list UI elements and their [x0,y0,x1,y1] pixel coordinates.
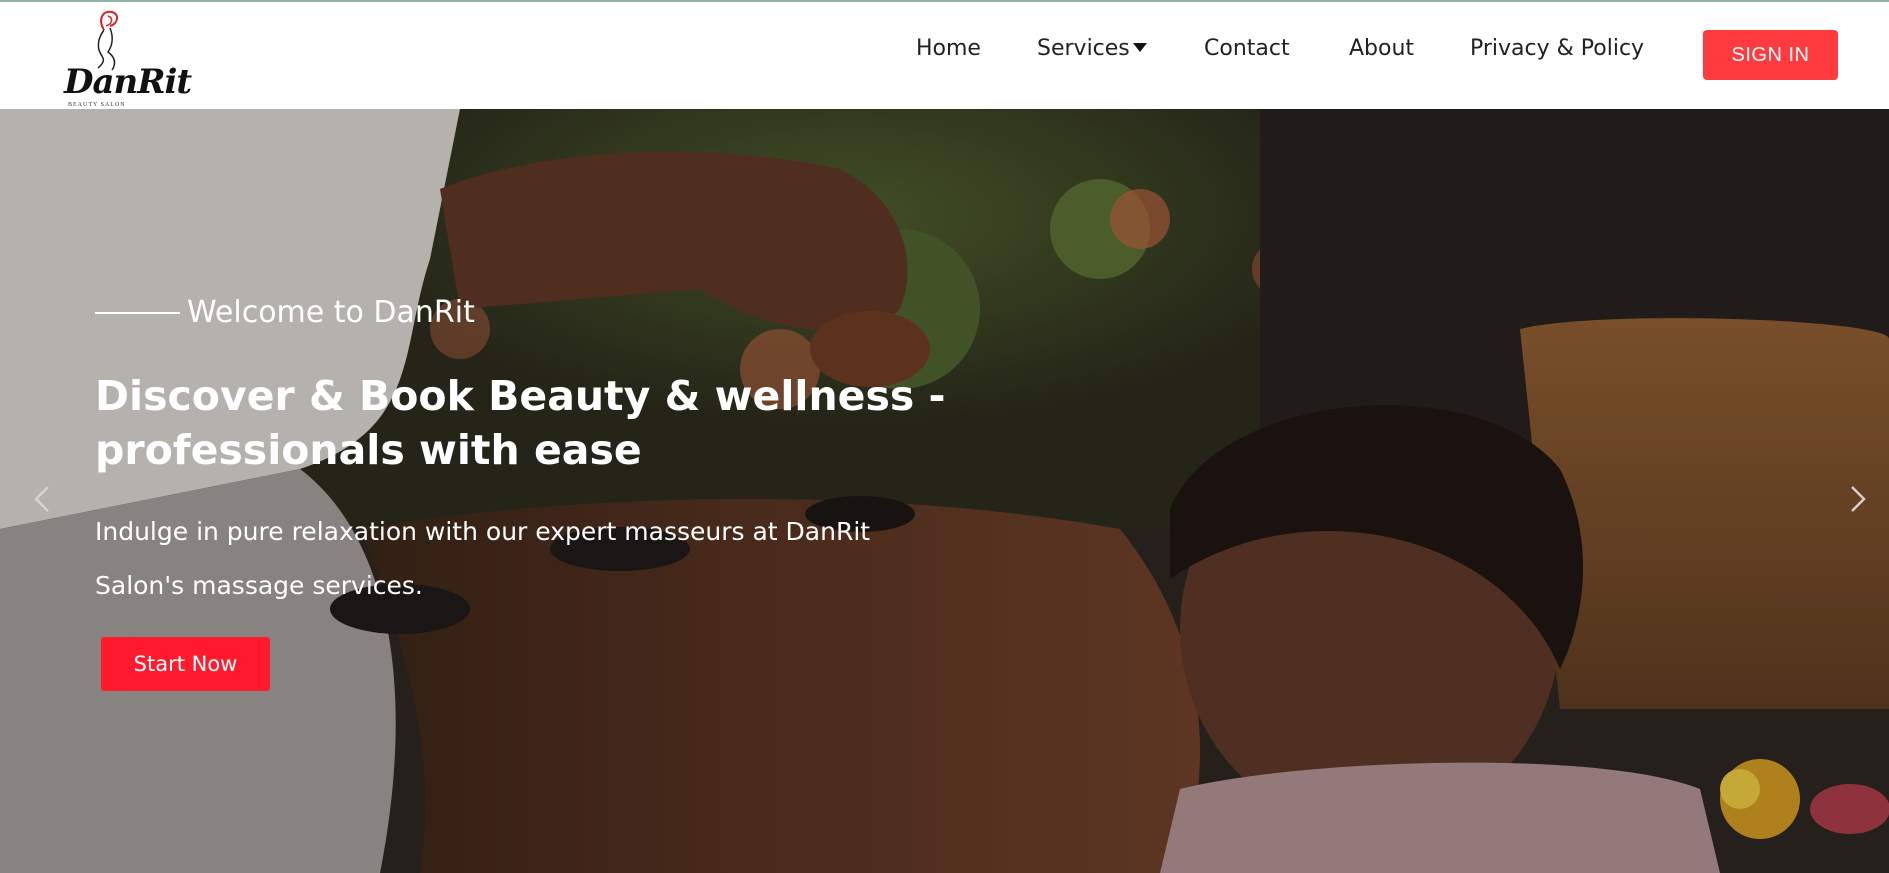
hero-overlay [0,109,1889,873]
hero-headline: Discover & Book Beauty & wellness - prof… [95,372,946,474]
hero-carousel: Welcome to DanRit Discover & Book Beauty… [0,109,1889,873]
chevron-left-icon [34,486,49,512]
welcome-divider [95,312,180,314]
nav-contact[interactable]: Contact [1204,34,1290,64]
navbar: DanRit BEAUTY SALON Home Services Contac… [0,2,1889,109]
brand-logo[interactable]: DanRit BEAUTY SALON [62,8,192,108]
brand-tagline: BEAUTY SALON [68,102,126,108]
carousel-next-button[interactable] [1842,479,1872,519]
brand-wordmark: DanRit [64,62,192,102]
nav-services-label: Services [1037,36,1130,61]
nav-services[interactable]: Services [1037,34,1147,64]
hero-subtext: Indulge in pure relaxation with our expe… [95,517,871,600]
start-now-button[interactable]: Start Now [101,637,270,691]
hero-welcome: Welcome to DanRit [187,295,475,330]
caret-down-icon [1132,42,1147,52]
sign-in-button[interactable]: SIGN IN [1703,30,1838,80]
nav-about[interactable]: About [1349,34,1414,64]
nav-privacy-policy[interactable]: Privacy & Policy [1470,34,1644,64]
carousel-prev-button[interactable] [28,479,58,519]
nav-home[interactable]: Home [916,34,981,64]
chevron-right-icon [1851,486,1866,512]
